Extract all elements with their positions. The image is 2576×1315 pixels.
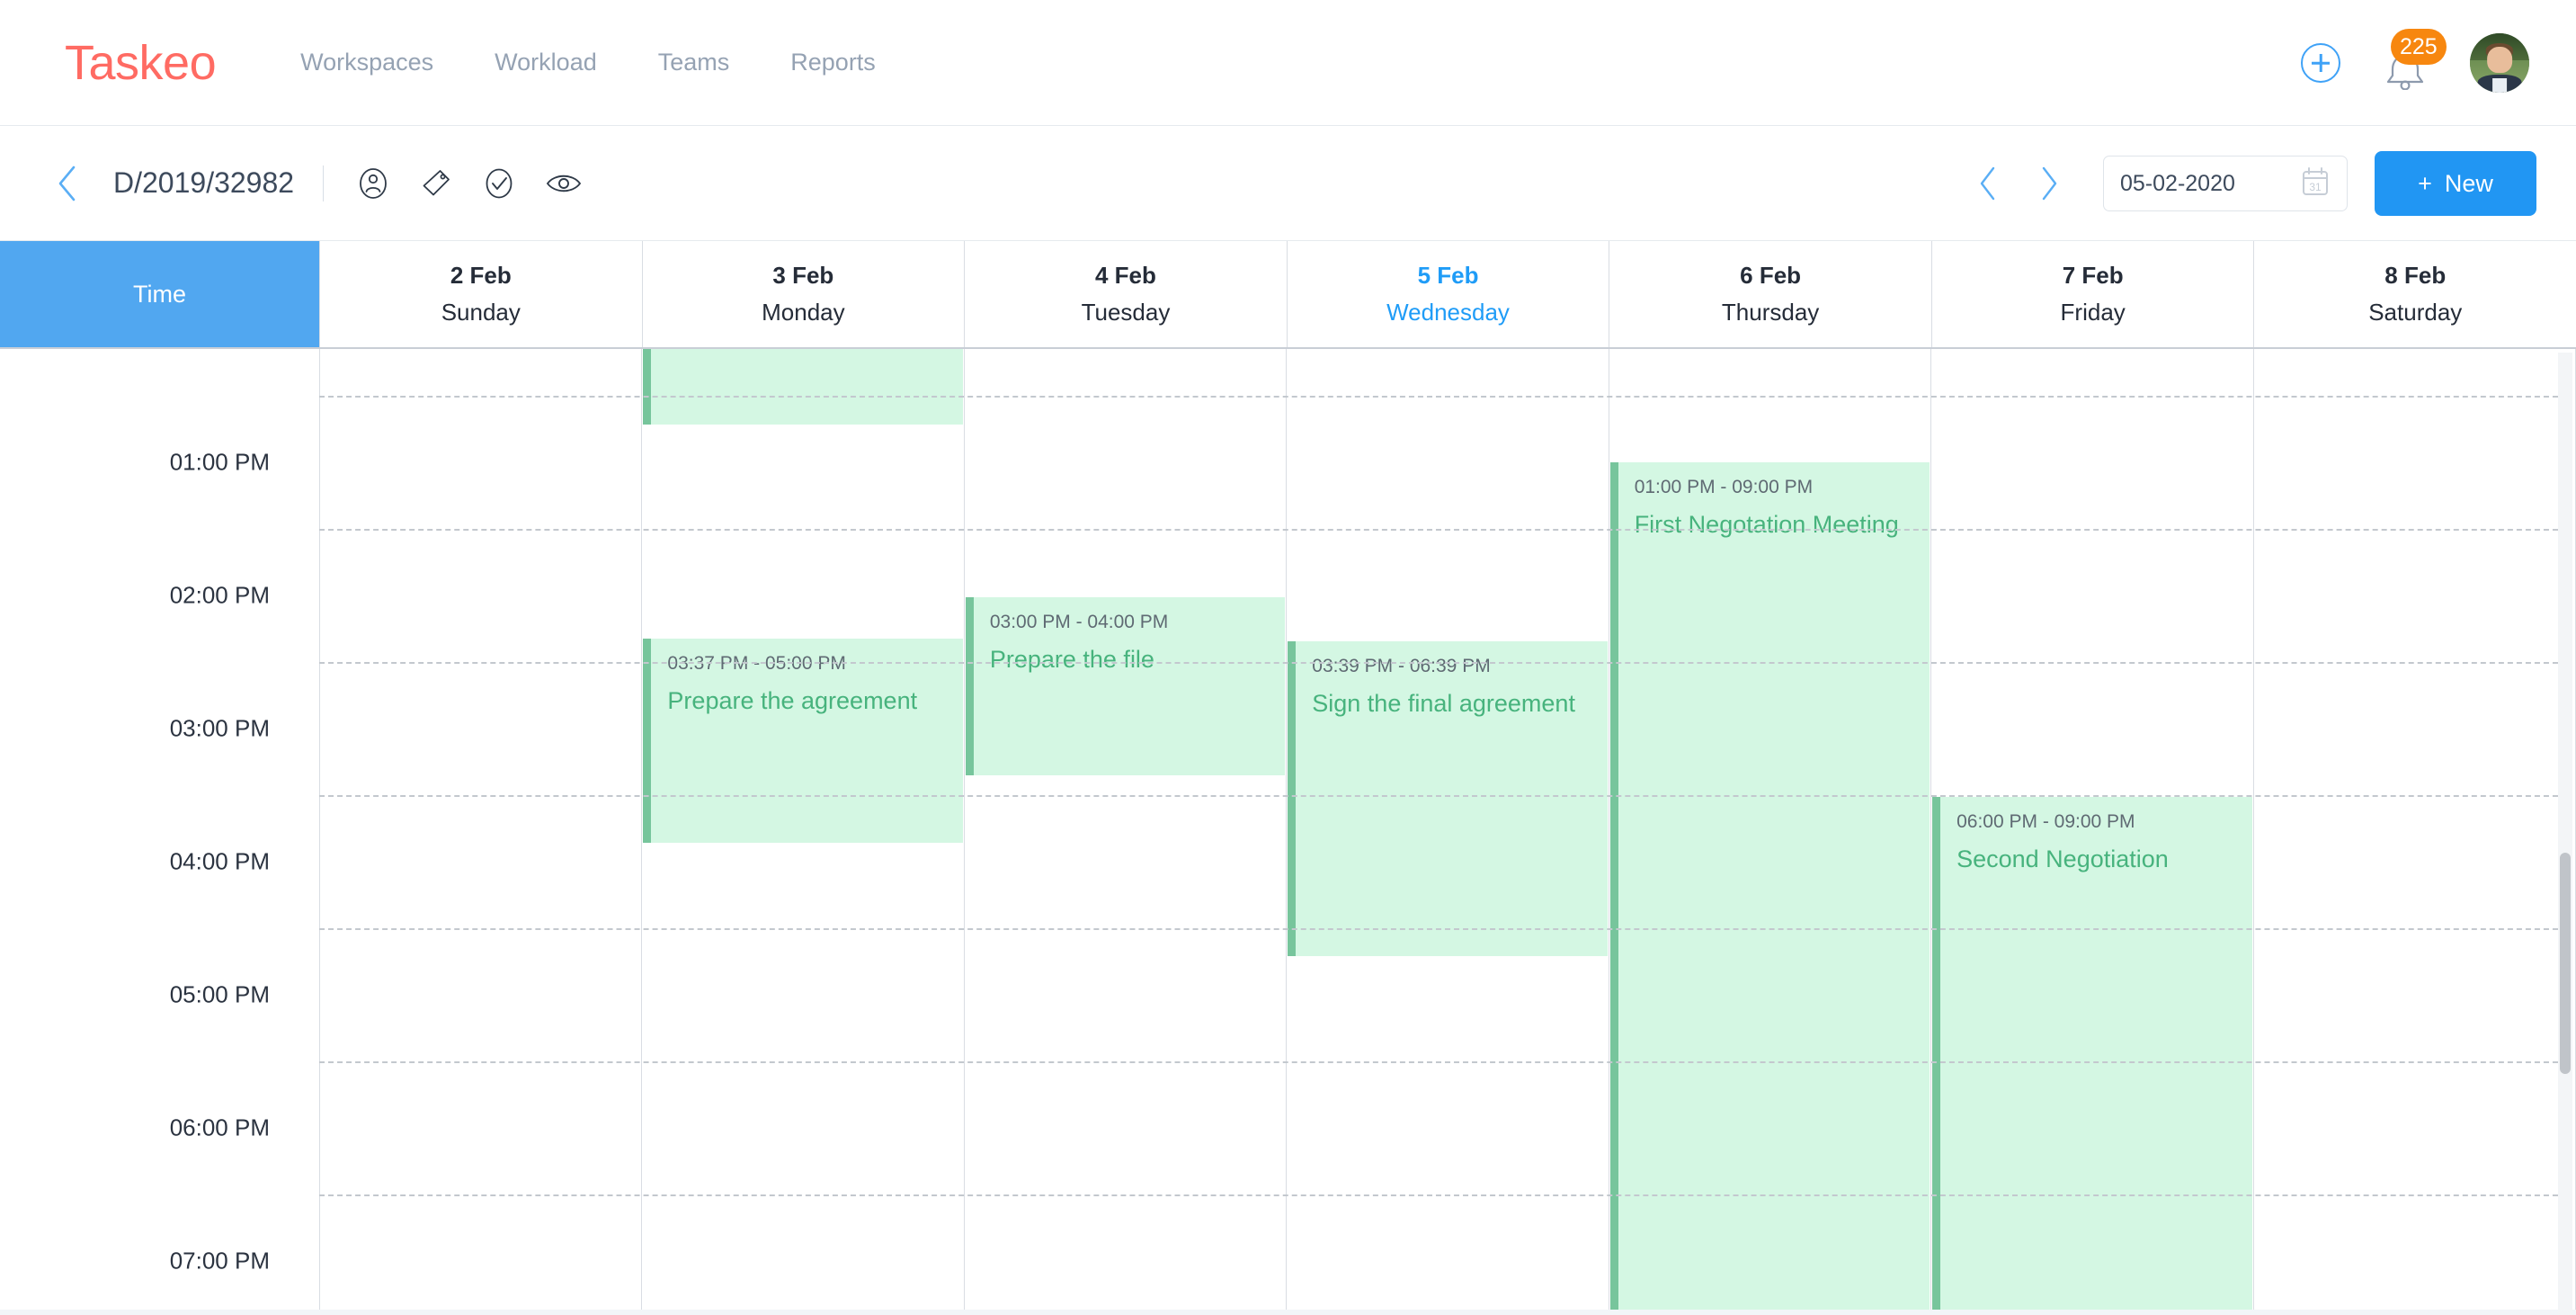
day-headers: 2 Feb Sunday 3 Feb Monday 4 Feb Tuesday 5 Feb W… [319,241,2576,347]
nav-link-workload[interactable]: Workload [464,49,628,76]
event-title: First Negotation Meeting [1634,511,1899,538]
day-header-date: 8 Feb [2384,262,2447,289]
day-header-date: 5 Feb [1417,262,1479,289]
event-title: Prepare the agreement [667,687,918,714]
time-label: 06:00 PM [169,1114,270,1141]
prev-week-button[interactable] [1957,165,2019,202]
page-title: D/2019/32982 [113,166,295,199]
top-nav-actions: 225 [2301,0,2529,126]
calendar-icon[interactable]: 31 [2300,165,2331,202]
day-header-sunday[interactable]: 2 Feb Sunday [319,241,642,347]
time-label: 05:00 PM [169,980,270,1008]
calendar-event[interactable]: 06:00 PM - 09:00 PM Second Negotiation [1932,797,2252,1315]
day-header-date: 2 Feb [450,262,512,289]
avatar[interactable] [2470,33,2529,93]
date-value: 05-02-2020 [2120,170,2235,196]
main-nav-links: Workspaces Workload Teams Reports [270,49,906,76]
top-navigation-bar: Taskeo Workspaces Workload Teams Reports… [0,0,2576,126]
time-label: 01:00 PM [169,448,270,476]
day-header-weekday: Thursday [1721,299,1820,326]
day-header-friday[interactable]: 7 Feb Friday [1930,241,2254,347]
page-bottom-edge [0,1310,2576,1315]
event-time-range: 03:00 PM - 04:00 PM [989,612,1169,632]
day-header-weekday: Tuesday [1081,299,1171,326]
scrollbar-thumb[interactable] [2560,853,2571,1074]
day-header-thursday[interactable]: 6 Feb Thursday [1609,241,1931,347]
time-label: 03:00 PM [169,714,270,742]
person-icon[interactable] [356,166,390,201]
event-time-range: 03:39 PM - 06:39 PM [1312,656,1491,676]
time-column-header[interactable]: Time [0,241,319,347]
calendar-event[interactable]: 03:39 PM - 06:39 PM Sign the final agreem… [1288,641,1608,956]
day-column-monday[interactable]: 03:37 PM - 05:00 PM Prepare the agreement [641,349,963,1315]
calendar-event[interactable] [643,349,963,425]
calendar-event[interactable]: 01:00 PM - 09:00 PM First Negotation Meet… [1609,462,1930,1315]
new-button[interactable]: + New [2375,151,2536,216]
day-header-date: 7 Feb [2062,262,2124,289]
svg-text:31: 31 [2309,181,2322,193]
app-logo[interactable]: Taskeo [65,39,217,87]
day-column-sunday[interactable] [319,349,641,1315]
document-subheader: D/2019/32982 05-02-2020 31 + New [0,126,2576,241]
day-column-tuesday[interactable]: 03:00 PM - 04:00 PM Prepare the file [963,349,1286,1315]
day-header-wednesday[interactable]: 5 Feb Wednesday [1286,241,1609,347]
day-header-monday[interactable]: 3 Feb Monday [641,241,965,347]
event-time-range: 03:37 PM - 05:00 PM [667,653,846,674]
day-header-weekday: Sunday [441,299,521,326]
date-picker-input[interactable]: 05-02-2020 31 [2103,156,2348,211]
day-header-weekday: Monday [762,299,845,326]
time-label: 07:00 PM [169,1247,270,1275]
time-label: 04:00 PM [169,847,270,875]
time-label: 02:00 PM [169,581,270,609]
time-axis-column: 01:00 PM 02:00 PM 03:00 PM 04:00 PM 05:00 PM… [0,349,319,1315]
week-calendar: Time 2 Feb Sunday 3 Feb Monday 4 Feb Tuesday 5… [0,241,2576,1315]
event-title: Sign the final agreement [1312,690,1575,717]
tag-icon[interactable] [419,166,453,201]
day-header-weekday: Wednesday [1386,299,1510,326]
calendar-day-header-row: Time 2 Feb Sunday 3 Feb Monday 4 Feb Tuesday 5… [0,241,2576,349]
calendar-grid[interactable]: 01:00 PM 02:00 PM 03:00 PM 04:00 PM 05:00 PM… [0,349,2576,1315]
nav-link-teams[interactable]: Teams [628,49,761,76]
event-title: Second Negotiation [1957,845,2169,872]
event-title: Prepare the file [989,646,1154,673]
notification-count-badge: 225 [2391,29,2447,65]
next-week-button[interactable] [2019,165,2080,202]
plus-circle-icon[interactable] [2301,43,2340,83]
nav-link-workspaces[interactable]: Workspaces [270,49,464,76]
day-header-tuesday[interactable]: 4 Feb Tuesday [964,241,1287,347]
calendar-event[interactable]: 03:37 PM - 05:00 PM Prepare the agreement [643,639,963,843]
document-action-icons [356,166,583,201]
calendar-event[interactable]: 03:00 PM - 04:00 PM Prepare the file [965,597,1286,775]
day-header-date: 3 Feb [772,262,834,289]
day-header-saturday[interactable]: 8 Feb Saturday [2253,241,2576,347]
notifications-button[interactable]: 225 [2380,29,2447,91]
new-button-label: New [2444,169,2493,197]
day-header-weekday: Saturday [2368,299,2463,326]
day-column-thursday[interactable]: 01:00 PM - 09:00 PM First Negotation Meet… [1608,349,1930,1315]
vertical-scrollbar[interactable] [2558,353,2572,1315]
day-columns: 03:37 PM - 05:00 PM Prepare the agreement… [319,349,2576,1315]
day-header-date: 4 Feb [1094,262,1156,289]
check-circle-icon[interactable] [482,166,516,201]
divider [323,165,325,201]
chevron-left-icon[interactable] [56,164,79,203]
nav-link-reports[interactable]: Reports [760,49,906,76]
day-header-date: 6 Feb [1740,262,1802,289]
day-column-friday[interactable]: 06:00 PM - 09:00 PM Second Negotiation [1930,349,2252,1315]
event-time-range: 01:00 PM - 09:00 PM [1634,477,1814,497]
day-column-saturday[interactable] [2252,349,2576,1315]
eye-icon[interactable] [545,170,583,197]
day-header-weekday: Friday [2060,299,2126,326]
new-button-plus: + [2418,169,2432,197]
event-time-range: 06:00 PM - 09:00 PM [1957,811,2135,832]
day-column-wednesday[interactable]: 03:39 PM - 06:39 PM Sign the final agreem… [1286,349,1608,1315]
calendar-navigation: 05-02-2020 31 + New [1957,126,2536,241]
